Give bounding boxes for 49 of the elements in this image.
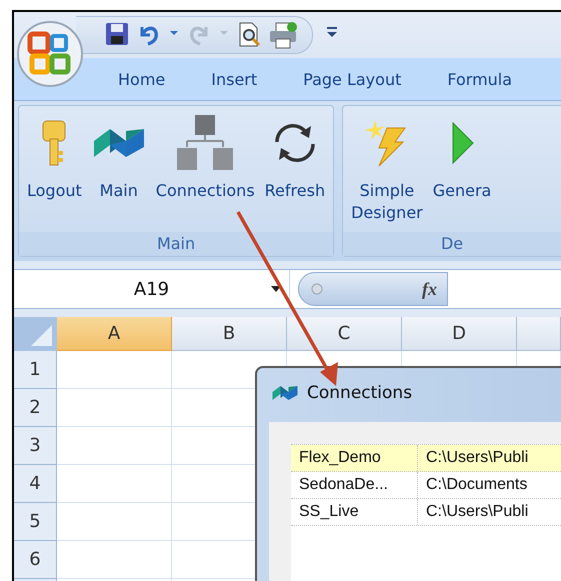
column-header[interactable] [517, 317, 561, 351]
ribbon-button-label[interactable]: Genera [432, 180, 492, 202]
column-header[interactable]: C [287, 317, 402, 351]
function-button[interactable]: fx [422, 278, 437, 300]
cell[interactable] [57, 503, 172, 541]
list-row[interactable]: SS_Live C:\Users\Publi [291, 499, 561, 526]
ribbon-button-label[interactable]: Connections [156, 180, 255, 202]
ribbon-button-label[interactable]: Main [100, 180, 138, 202]
ribbon-tab[interactable]: Insert [211, 70, 258, 88]
column-header[interactable]: A [57, 317, 172, 351]
ribbon-tab[interactable]: Home [118, 70, 166, 88]
lightning-spark-icon[interactable] [364, 118, 409, 168]
list-row[interactable]: SedonaDe... C:\Documents [291, 472, 561, 499]
row-header[interactable]: 5 [14, 503, 57, 541]
column-header[interactable]: B [172, 317, 287, 351]
printer-icon[interactable] [268, 21, 298, 49]
list-cell: Flex_Demo [291, 445, 418, 471]
cell[interactable] [57, 389, 172, 427]
cell[interactable] [57, 427, 172, 465]
column-header[interactable]: D [402, 317, 517, 351]
ribbon-tab[interactable]: Formula [447, 70, 512, 88]
list-cell: SedonaDe... [291, 472, 418, 498]
group-label: Main [19, 232, 334, 256]
cell[interactable] [57, 465, 172, 503]
cell[interactable] [57, 351, 172, 389]
ribbon-button-label[interactable]: Simple Designer [351, 180, 423, 224]
row-header[interactable]: 4 [14, 465, 57, 503]
row-header[interactable]: 1 [14, 351, 57, 389]
handle-icon[interactable] [311, 283, 323, 295]
ribbon-button-label[interactable]: Logout [27, 180, 82, 202]
list-cell-text: C:\Users\Publi [425, 502, 530, 522]
list-row[interactable]: Flex_Demo C:\Users\Publi [291, 445, 561, 472]
name-box-value: A19 [134, 278, 170, 300]
ribbon-button-label[interactable]: Refresh [264, 180, 326, 202]
hierarchy-icon[interactable] [177, 115, 234, 171]
ribbon-tab[interactable]: Page Layout [303, 70, 402, 88]
name-box[interactable]: A19 [14, 270, 290, 308]
logo-icon [271, 383, 299, 403]
dialog-title: Connections [307, 383, 412, 403]
row-header[interactable]: 2 [14, 389, 57, 427]
list-cell-text: C:\Documents [425, 475, 528, 495]
cell[interactable] [57, 541, 172, 579]
dropdown-caret-icon[interactable] [271, 286, 281, 292]
row-header[interactable]: 3 [14, 427, 57, 465]
list-cell: SS_Live [291, 499, 418, 525]
group-label: De [343, 232, 561, 256]
list-cell-text: C:\Users\Publi [425, 448, 530, 468]
select-all-corner[interactable] [14, 317, 57, 351]
row-header[interactable]: 6 [14, 541, 57, 579]
